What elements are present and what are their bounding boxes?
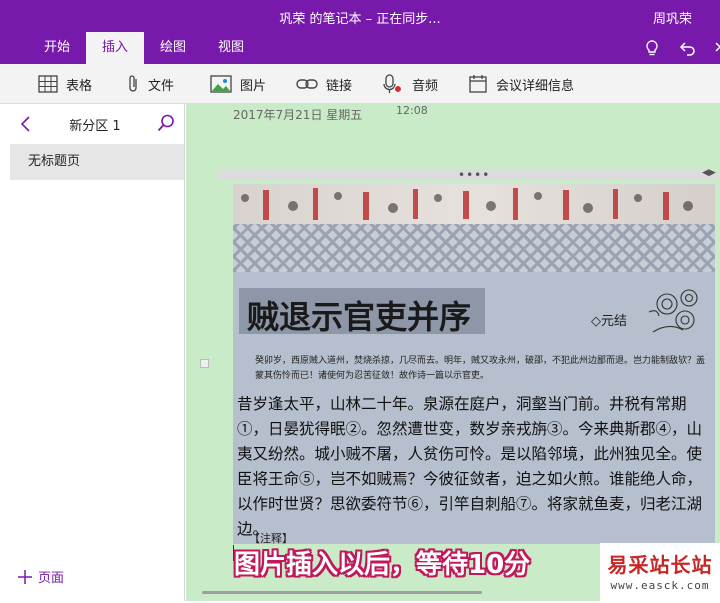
article-note-heading: 【注释】 [249,532,293,544]
tab-home[interactable]: 开始 [28,32,86,64]
page-list-item[interactable]: 无标题页 [10,144,184,180]
resize-arrows-icon[interactable]: ◀▶ [702,168,716,178]
article-body: 昔岁逢太平，山林二十年。泉源在庭户，洞壑当门前。井税有常期①，日晏犹得眠②。忽然… [237,395,703,538]
insert-picture-button[interactable]: 图片 [210,72,266,96]
user-name[interactable]: 周巩荣 [653,8,692,27]
insert-ribbon: 表格 文件 图片 链接 音频 会议详细信息 [0,64,720,104]
fret-border-pattern [233,224,715,272]
page-time: 12:08 [396,104,428,117]
watermark-title: 易采站长站 [607,553,713,577]
microphone-icon [383,74,402,93]
link-icon [296,79,318,89]
add-page-label: 页面 [38,571,65,586]
meeting-details-label: 会议详细信息 [496,78,575,94]
section-name[interactable]: 新分区 1 [40,115,150,134]
watermark-url: www.easck.com [610,579,710,592]
window-title: 巩荣 的笔记本 – 正在同步... [279,12,441,27]
tab-draw[interactable]: 绘图 [144,32,202,64]
lightbulb-icon[interactable] [642,38,662,58]
drag-dots-icon[interactable]: •••• [458,168,490,182]
article-headline: 贼退示官吏并序 [247,298,472,336]
table-icon [38,75,58,93]
article-author: ◇元结 [591,314,627,329]
picture-top-strip [233,184,715,224]
navigation-pane: 新分区 1 无标题页 页面 [0,104,185,601]
redo-icon[interactable] [712,38,720,58]
horizontal-scrollbar[interactable] [202,591,482,594]
article-preface: 癸卯岁，西原贼入道州，焚烧杀掠，几尽而去。明年，贼又攻永州，破邵，不犯此州边鄙而… [255,356,706,381]
insert-table-button[interactable]: 表格 [38,72,92,96]
page-canvas[interactable]: 2017年7月21日 星期五 12:08 •••• ◀▶ 贼退示官吏并序 ◇元结… [186,104,720,601]
overlay-caption: 图片插入以后，等待10分 [234,550,531,580]
tab-view[interactable]: 视图 [202,32,260,64]
search-icon[interactable] [156,113,176,133]
insert-table-label: 表格 [66,78,93,94]
record-audio-button[interactable]: 音频 [382,72,438,96]
undo-icon[interactable] [678,38,698,58]
back-arrow-icon[interactable] [16,114,36,134]
site-watermark: 易采站长站 www.easck.com [600,543,720,603]
flower-icon [648,289,698,333]
add-page-button[interactable]: 页面 [18,567,64,586]
inserted-picture[interactable]: 贼退示官吏并序 ◇元结 癸卯岁，西原贼入道州，焚烧杀掠，几尽而去。明年，贼又攻永… [233,184,715,544]
title-bar: 巩荣 的笔记本 – 正在同步... 周巩荣 [0,0,720,32]
section-header: 新分区 1 [0,104,185,144]
meeting-details-button[interactable]: 会议详细信息 [468,72,574,96]
insert-picture-label: 图片 [240,78,267,94]
insert-file-button[interactable]: 文件 [126,72,174,96]
paragraph-handle[interactable] [200,359,209,368]
picture-icon [210,75,232,93]
plus-icon [18,569,32,584]
page-date: 2017年7月21日 星期五 [233,108,363,122]
insert-file-label: 文件 [148,78,175,94]
record-audio-label: 音频 [412,78,439,94]
insert-link-label: 链接 [326,78,353,94]
tab-insert[interactable]: 插入 [86,32,144,64]
calendar-icon [469,75,487,93]
insert-link-button[interactable]: 链接 [296,72,352,96]
ribbon-tabs: 开始 插入 绘图 视图 [0,32,720,64]
paperclip-icon [129,75,137,92]
